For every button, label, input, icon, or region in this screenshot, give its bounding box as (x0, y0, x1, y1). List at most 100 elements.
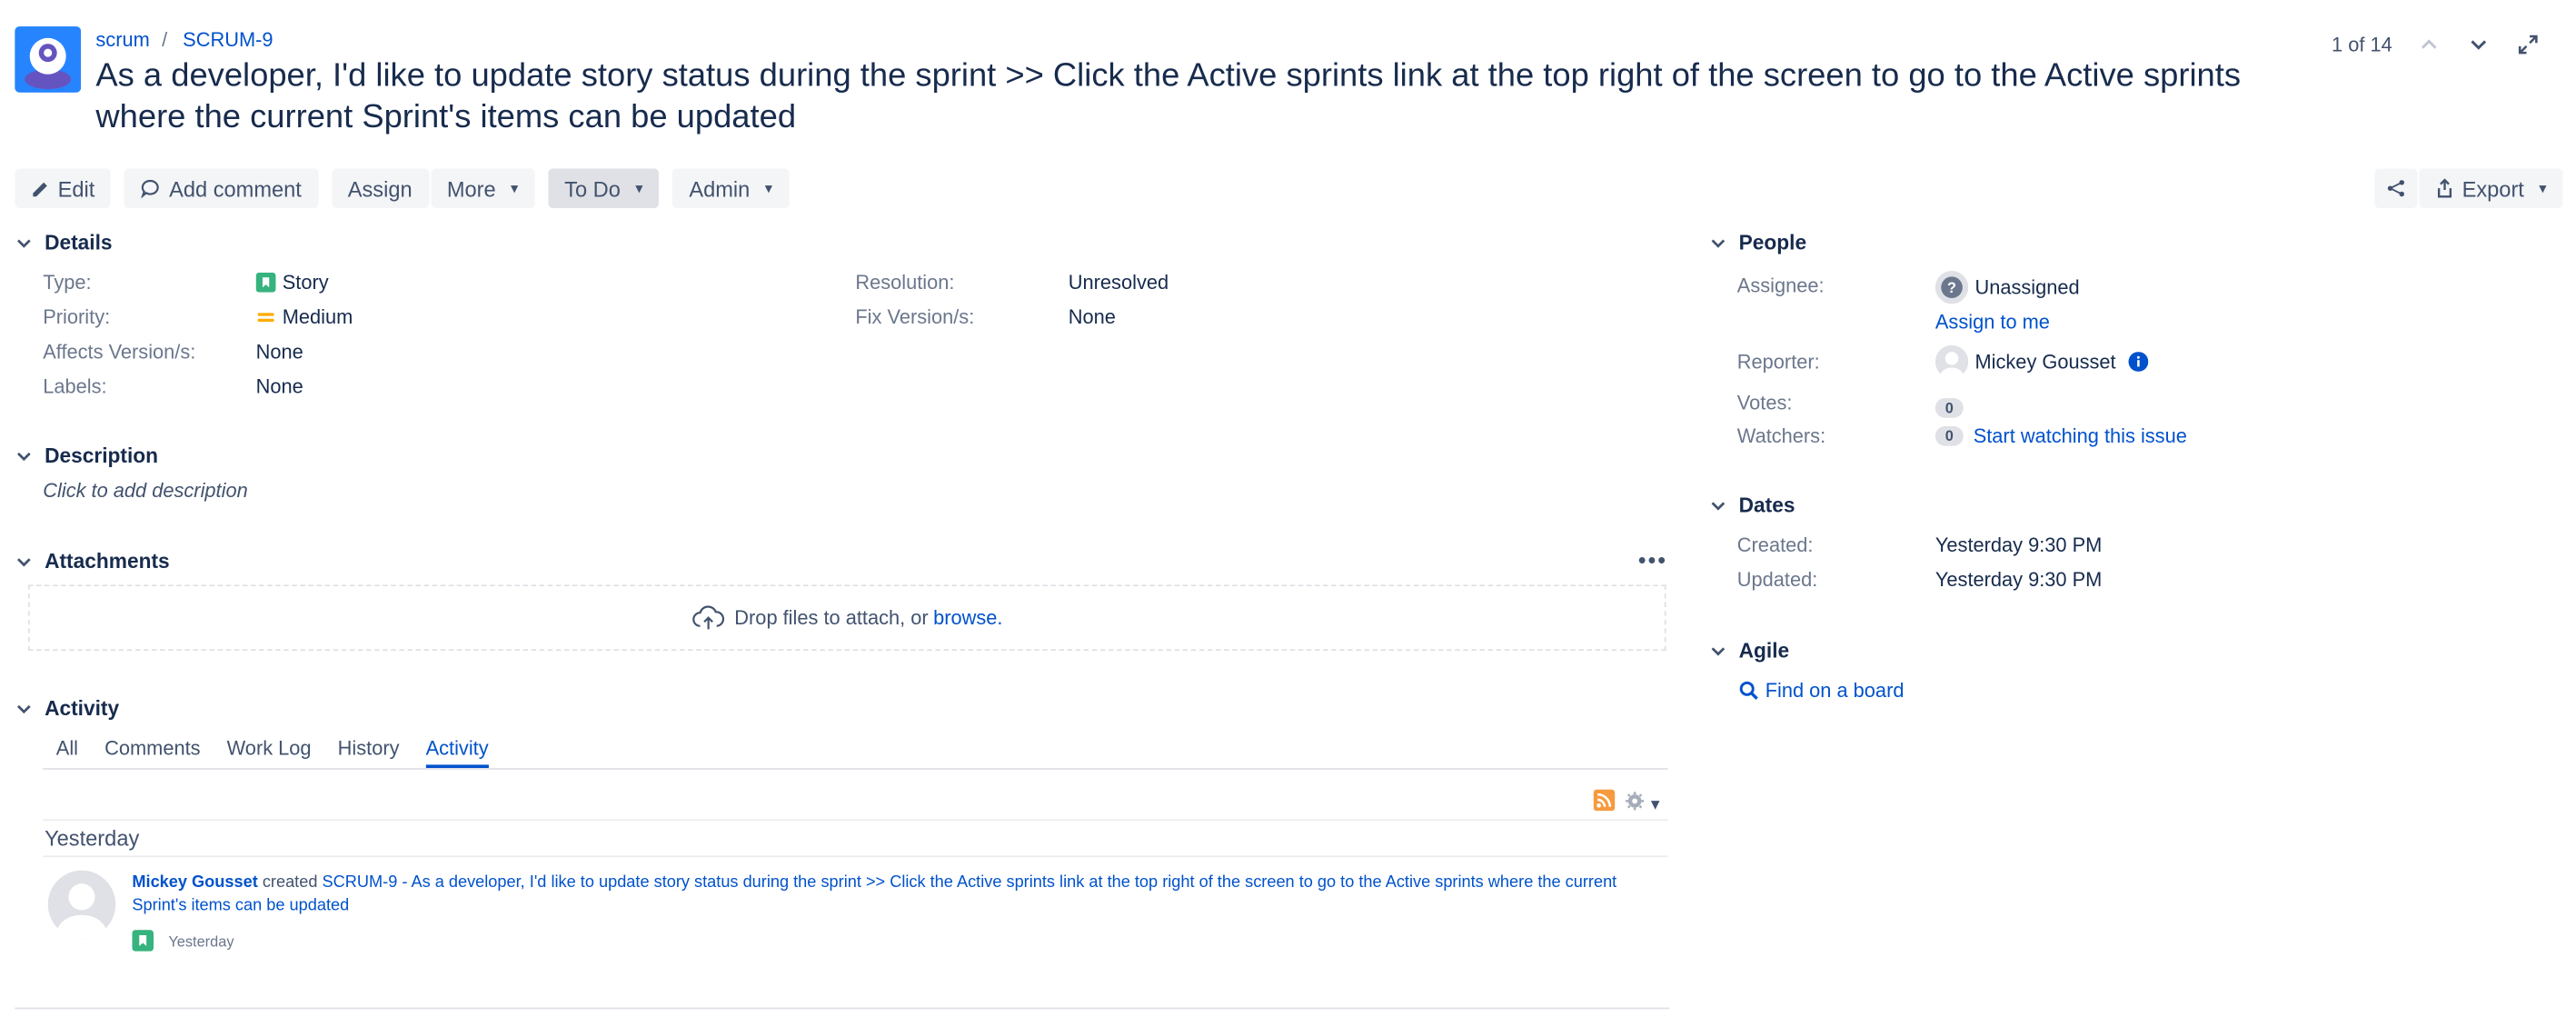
activity-verb: created (257, 873, 323, 892)
add-comment-button[interactable]: Add comment (124, 168, 319, 208)
issue-summary[interactable]: As a developer, I'd like to update story… (95, 56, 2292, 139)
group-divider (43, 855, 1668, 858)
rss-feed-icon[interactable] (1593, 789, 1616, 820)
export-icon (2437, 178, 2452, 198)
chevron-down-icon (1711, 501, 1726, 510)
find-on-board-link[interactable]: Find on a board (1739, 679, 1904, 702)
watchers-count-badge[interactable]: 0 (1934, 425, 1964, 446)
agile-section-header[interactable]: Agile (1711, 639, 1790, 663)
updated-label: Updated: (1736, 568, 1818, 592)
fix-version-value: None (1068, 305, 1116, 329)
details-title: Details (45, 231, 113, 254)
activity-entry: Mickey Gousset created SCRUM-9 - As a de… (132, 872, 1635, 919)
affects-version-value: None (255, 340, 303, 364)
dates-section-header[interactable]: Dates (1711, 494, 1795, 517)
tab-history[interactable]: History (338, 737, 400, 769)
reporter-label: Reporter: (1736, 350, 1820, 374)
more-options-icon[interactable]: ••• (1638, 548, 1667, 571)
priority-medium-icon (257, 313, 274, 323)
description-placeholder[interactable]: Click to add description (43, 479, 247, 502)
bottom-divider (15, 1007, 1670, 1010)
project-logo-icon (15, 26, 82, 93)
agile-title: Agile (1738, 639, 1790, 663)
labels-value[interactable]: None (256, 375, 303, 398)
status-button[interactable]: To Do ▾ (547, 168, 660, 208)
add-comment-label: Add comment (169, 175, 302, 201)
attachments-section-header[interactable]: Attachments (16, 550, 170, 573)
reporter-name[interactable]: Mickey Gousset (1974, 350, 2115, 373)
chevron-down-icon (1711, 646, 1726, 655)
previous-issue-icon[interactable] (2409, 38, 2449, 52)
activity-issue-link[interactable]: SCRUM-9 - As a developer, I'd like to up… (132, 873, 1616, 914)
cloud-upload-icon (691, 605, 724, 630)
activity-time: Yesterday (168, 932, 234, 950)
chevron-down-icon: ▾ (764, 179, 772, 196)
watchers-value: 0 Start watching this issue (1934, 424, 2187, 447)
dropzone-text: Drop files to attach, or (734, 605, 929, 630)
priority-label: Priority: (43, 305, 111, 329)
assignee-value[interactable]: ? Unassigned (1934, 271, 2080, 304)
gear-icon (1625, 790, 1645, 820)
expand-icon[interactable] (2508, 35, 2548, 55)
breadcrumb-separator: / (162, 27, 168, 52)
chevron-down-icon: ▾ (511, 179, 519, 196)
votes-value[interactable]: 0 (1934, 392, 1964, 422)
tab-activity[interactable]: Activity (425, 737, 489, 769)
export-button[interactable]: Export ▾ (2419, 168, 2563, 208)
edit-button[interactable]: Edit (15, 168, 112, 208)
admin-button[interactable]: Admin ▾ (672, 168, 790, 208)
user-avatar[interactable] (47, 870, 116, 939)
activity-user-link[interactable]: Mickey Gousset (132, 873, 257, 892)
activity-section-header[interactable]: Activity (16, 697, 119, 720)
chevron-down-icon: ▾ (2539, 179, 2547, 196)
watchers-label: Watchers: (1736, 424, 1826, 448)
attachment-dropzone[interactable]: Drop files to attach, or browse. (27, 584, 1666, 652)
breadcrumb-project-link[interactable]: scrum (95, 28, 149, 51)
more-label: More (446, 175, 496, 201)
activity-settings-button[interactable]: ▼ (1625, 790, 1663, 820)
search-icon (1739, 681, 1758, 700)
default-user-icon (56, 883, 107, 939)
votes-label: Votes: (1736, 391, 1793, 415)
affects-version-label: Affects Version/s: (43, 340, 196, 364)
tab-work-log[interactable]: Work Log (227, 737, 312, 769)
project-avatar[interactable] (15, 26, 82, 93)
description-title: Description (45, 444, 159, 468)
activity-meta: Yesterday (132, 930, 234, 952)
chevron-down-icon (17, 451, 31, 461)
assign-button[interactable]: Assign (331, 168, 429, 208)
updated-value: Yesterday 9:30 PM (1934, 568, 2103, 592)
type-value-text: Story (282, 271, 329, 294)
export-label: Export (2462, 175, 2524, 201)
assign-to-me-link[interactable]: Assign to me (1935, 311, 2050, 334)
chevron-down-icon (17, 557, 31, 566)
dates-title: Dates (1738, 494, 1795, 517)
activity-tabs: All Comments Work Log History Activity (56, 737, 489, 769)
description-section-header[interactable]: Description (16, 444, 158, 467)
share-icon (2387, 180, 2404, 197)
type-value: Story (255, 271, 329, 294)
breadcrumb: scrum / SCRUM-9 (95, 28, 273, 51)
more-button[interactable]: More ▾ (430, 168, 535, 208)
assign-label: Assign (347, 175, 413, 201)
breadcrumb-issue-link[interactable]: SCRUM-9 (183, 28, 273, 51)
type-label: Type: (43, 271, 92, 294)
next-issue-icon[interactable] (2458, 38, 2498, 52)
created-value: Yesterday 9:30 PM (1934, 533, 2103, 557)
start-watching-link[interactable]: Start watching this issue (1974, 424, 2187, 447)
people-section-header[interactable]: People (1711, 231, 1806, 254)
attachments-title: Attachments (45, 550, 170, 573)
details-section-header[interactable]: Details (16, 231, 113, 254)
pencil-icon (33, 181, 47, 196)
share-button[interactable] (2374, 168, 2418, 208)
chevron-down-icon: ▼ (1647, 795, 1663, 813)
browse-link[interactable]: browse. (933, 606, 1002, 629)
reporter-avatar-icon (1934, 344, 1969, 379)
created-label: Created: (1736, 533, 1814, 557)
tab-comments[interactable]: Comments (104, 737, 200, 769)
info-icon (2129, 352, 2149, 372)
tab-all[interactable]: All (56, 737, 78, 769)
pager-text: 1 of 14 (2332, 33, 2392, 56)
chevron-down-icon (1711, 238, 1726, 247)
resolution-label: Resolution: (855, 271, 955, 294)
